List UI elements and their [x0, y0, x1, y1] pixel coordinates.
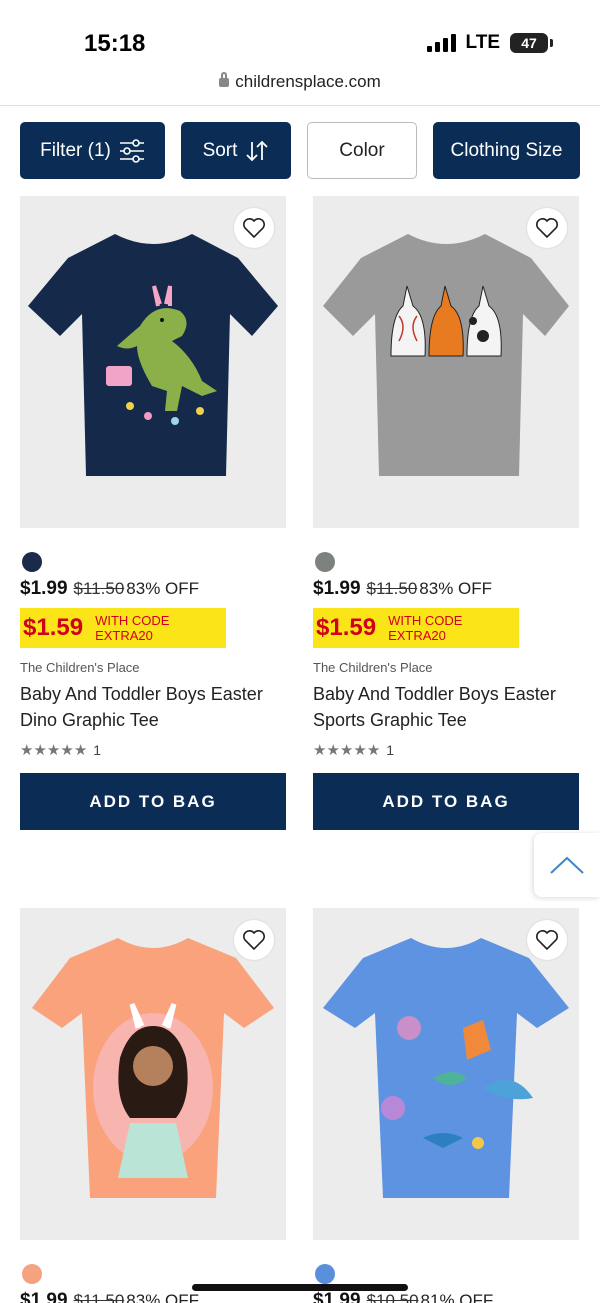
filter-label: Filter (1) — [40, 139, 111, 161]
url-text: childrensplace.com — [235, 72, 381, 91]
favorite-button[interactable] — [234, 920, 274, 960]
status-bar: 15:18 LTE 47 — [0, 0, 600, 70]
add-to-bag-button[interactable]: ADD TO BAG — [20, 773, 286, 830]
original-price: $10.50 — [366, 1291, 419, 1303]
promo-banner: $1.59 WITH CODE EXTRA20 — [20, 608, 226, 648]
price-row: $1.99 $11.50 83% OFF — [20, 1290, 286, 1303]
star-icon: ★ — [326, 742, 339, 759]
price-row: $1.99 $11.50 83% OFF — [20, 578, 286, 600]
color-swatch[interactable] — [22, 1264, 42, 1284]
color-swatch[interactable] — [22, 552, 42, 572]
sale-price: $1.99 — [20, 578, 68, 599]
promo-banner: $1.59 WITH CODE EXTRA20 — [313, 608, 519, 648]
tshirt-shape — [323, 938, 569, 1198]
product-card[interactable]: $1.99 $11.50 83% OFF $1.59 WITH CODE EXT… — [20, 196, 286, 830]
promo-code: WITH CODE EXTRA20 — [95, 613, 170, 643]
star-icon: ★ — [46, 742, 60, 759]
battery-icon: 47 — [510, 33, 553, 53]
color-filter-button[interactable]: Color — [307, 122, 417, 179]
star-icon: ★ — [33, 742, 46, 759]
star-icon: ★ — [60, 742, 73, 759]
favorite-button[interactable] — [527, 920, 567, 960]
sort-arrows-icon — [246, 140, 269, 161]
star-icon: ★ — [366, 742, 380, 759]
rating: ★ ★ ★ ★ ★ 1 — [313, 741, 579, 759]
sort-label: Sort — [202, 139, 238, 161]
original-price: $11.50 — [366, 579, 418, 598]
favorite-button[interactable] — [234, 208, 274, 248]
sale-price: $1.99 — [313, 1290, 361, 1303]
product-card[interactable]: $1.99 $11.50 83% OFF $1.59 WITH CODE EXT… — [313, 196, 579, 830]
star-icon: ★ — [313, 742, 326, 759]
favorite-button[interactable] — [527, 208, 567, 248]
heart-icon — [243, 218, 265, 239]
scroll-to-top-button[interactable] — [534, 833, 600, 897]
brand-name: The Children's Place — [313, 660, 433, 675]
status-time: 15:18 — [84, 30, 146, 57]
original-price: $11.50 — [73, 1291, 125, 1303]
product-image[interactable] — [313, 196, 579, 528]
product-image[interactable] — [20, 196, 286, 528]
price-row: $1.99 $10.50 81% OFF — [313, 1290, 579, 1303]
rating-count: 1 — [386, 742, 395, 758]
sale-price: $1.99 — [313, 578, 361, 599]
star-icon: ★ — [73, 742, 87, 759]
rating-count: 1 — [93, 742, 102, 758]
product-image[interactable] — [313, 908, 579, 1240]
star-icon: ★ — [353, 742, 366, 759]
lock-icon — [219, 72, 230, 87]
product-image[interactable] — [20, 908, 286, 1240]
clothing-size-filter-button[interactable]: Clothing Size — [433, 122, 580, 179]
promo-code: WITH CODE EXTRA20 — [388, 613, 463, 643]
filter-bar: Filter (1) Sort Color Clothing Size — [20, 122, 580, 180]
sale-price: $1.99 — [20, 1290, 68, 1303]
heart-icon — [536, 218, 558, 239]
color-swatch[interactable] — [315, 1264, 335, 1284]
battery-level: 47 — [521, 35, 537, 51]
heart-icon — [536, 930, 558, 951]
discount-label: 83% OFF — [126, 1291, 200, 1303]
signal-icon — [426, 34, 456, 52]
add-to-bag-button[interactable]: ADD TO BAG — [313, 773, 579, 830]
address-bar[interactable]: childrensplace.com — [0, 72, 600, 106]
brand-name: The Children's Place — [20, 660, 140, 675]
original-price: $11.50 — [73, 579, 125, 598]
star-icon: ★ — [339, 742, 353, 759]
product-card[interactable]: $1.99 $11.50 83% OFF — [20, 908, 286, 1303]
filter-button[interactable]: Filter (1) — [20, 122, 165, 179]
product-name[interactable]: Baby And Toddler Boys Easter Sports Grap… — [313, 681, 579, 733]
product-name[interactable]: Baby And Toddler Boys Easter Dino Graphi… — [20, 681, 286, 733]
discount-label: 83% OFF — [419, 579, 493, 598]
rating: ★ ★ ★ ★ ★ 1 — [20, 741, 286, 759]
discount-label: 83% OFF — [126, 579, 200, 598]
promo-price: $1.59 — [23, 614, 84, 641]
home-indicator[interactable] — [192, 1284, 408, 1291]
status-icons: LTE 47 — [426, 32, 553, 54]
discount-label: 81% OFF — [420, 1291, 494, 1303]
chevron-up-icon — [550, 856, 584, 874]
heart-icon — [243, 930, 265, 951]
promo-price: $1.59 — [316, 614, 377, 641]
product-card[interactable]: $1.99 $10.50 81% OFF — [313, 908, 579, 1303]
sliders-icon — [119, 138, 144, 163]
color-swatch[interactable] — [315, 552, 335, 572]
star-icon: ★ — [20, 742, 33, 759]
sort-button[interactable]: Sort — [181, 122, 291, 179]
price-row: $1.99 $11.50 83% OFF — [313, 578, 579, 600]
network-label: LTE — [465, 32, 500, 53]
